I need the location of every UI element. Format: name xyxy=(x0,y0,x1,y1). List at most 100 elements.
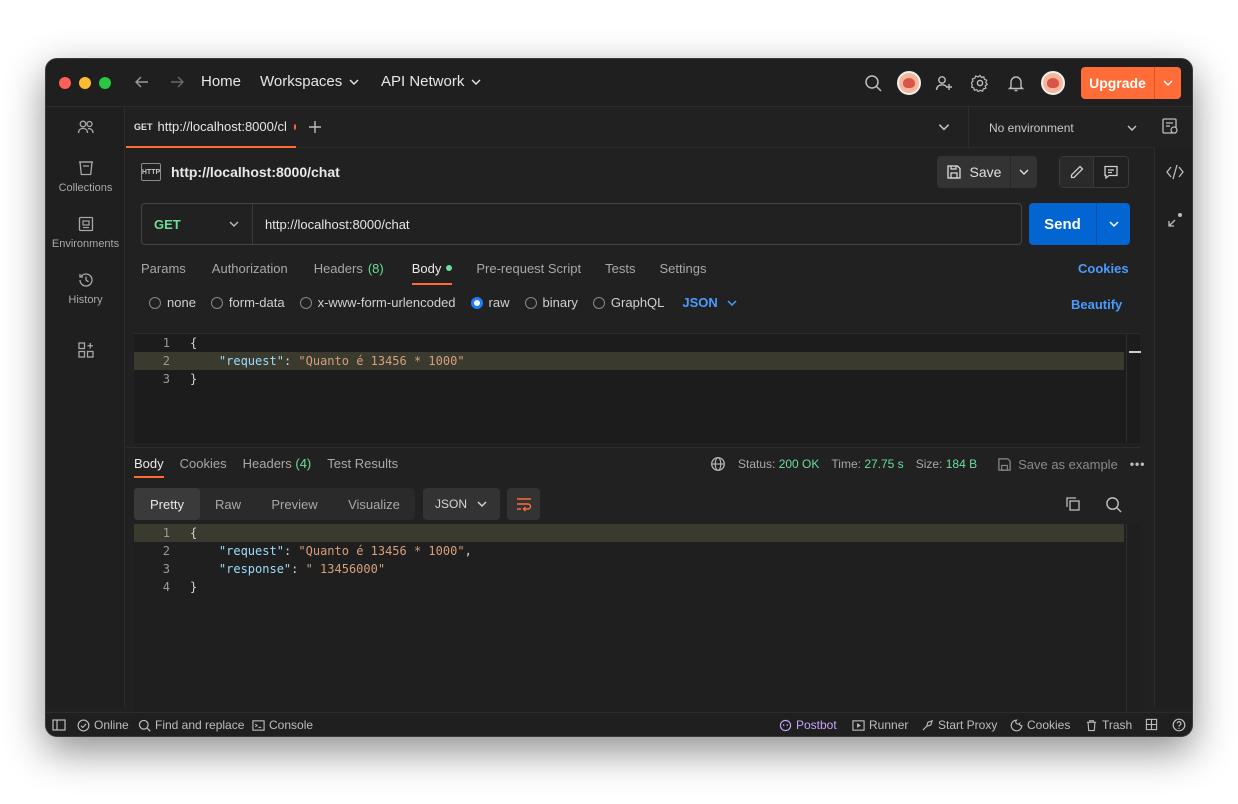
save-button[interactable]: Save xyxy=(937,156,1037,188)
pane-divider[interactable] xyxy=(126,447,1140,448)
request-tab[interactable]: GET http://localhost:8000/cl xyxy=(126,107,296,148)
view-preview[interactable]: Preview xyxy=(256,488,333,520)
user-avatar[interactable] xyxy=(1041,71,1065,95)
nav-home[interactable]: Home xyxy=(201,73,241,90)
search-icon[interactable] xyxy=(862,72,884,94)
tab-tests[interactable]: Tests xyxy=(605,259,635,277)
view-visualize[interactable]: Visualize xyxy=(333,488,415,520)
response-body-viewer[interactable]: 1 { 2 "request": "Quanto é 13456 * 1000"… xyxy=(134,524,1140,712)
beautify-link[interactable]: Beautify xyxy=(1071,297,1122,312)
method-select[interactable]: GET xyxy=(142,204,253,244)
search-icon[interactable] xyxy=(1103,494,1123,514)
radio-graphql[interactable]: GraphQL xyxy=(592,295,664,310)
chevron-down-icon[interactable] xyxy=(1011,166,1037,178)
tab-label: Body xyxy=(411,260,442,276)
sidebar-item-team[interactable] xyxy=(46,118,125,136)
runner-button[interactable]: Runner xyxy=(852,718,908,732)
json-key: "request" xyxy=(218,354,284,368)
find-and-replace[interactable]: Find and replace xyxy=(138,718,244,732)
tab-label: Authorization xyxy=(211,260,288,276)
tab-settings[interactable]: Settings xyxy=(659,259,706,277)
sidebar-item-history[interactable]: History xyxy=(46,271,125,306)
find-replace-label: Find and replace xyxy=(155,718,245,732)
environment-selector[interactable]: No environment xyxy=(968,107,1154,148)
layout-grid-icon[interactable] xyxy=(1145,718,1158,731)
tab-headers[interactable]: Headers (8) xyxy=(314,259,384,277)
environment-quick-look-icon[interactable] xyxy=(1161,117,1179,135)
response-tab-cookies[interactable]: Cookies xyxy=(180,456,227,471)
online-status[interactable]: Online xyxy=(77,718,129,732)
view-pretty[interactable]: Pretty xyxy=(134,488,200,520)
environment-label: No environment xyxy=(989,120,1074,135)
tab-authorization[interactable]: Authorization xyxy=(212,259,288,277)
comment-icon[interactable] xyxy=(1094,157,1128,187)
globe-icon[interactable] xyxy=(710,456,726,472)
team-avatar[interactable] xyxy=(897,71,921,95)
pencil-edit-icon[interactable] xyxy=(1060,157,1094,187)
code-snippet-icon[interactable] xyxy=(1165,162,1185,182)
tab-label: Settings xyxy=(659,260,707,276)
chevron-down-icon[interactable] xyxy=(1097,218,1130,230)
nav-workspaces[interactable]: Workspaces xyxy=(260,73,360,90)
nav-api-network[interactable]: API Network xyxy=(381,73,482,90)
response-tab-test-results[interactable]: Test Results xyxy=(327,456,398,471)
back-arrow-icon[interactable] xyxy=(132,72,152,92)
tabs-overflow-chevron-icon[interactable] xyxy=(937,120,951,134)
body-format-select[interactable]: JSON xyxy=(682,295,737,310)
editor-scrollbar[interactable] xyxy=(1126,334,1141,443)
forward-arrow-icon[interactable] xyxy=(167,72,187,92)
save-main: Save xyxy=(937,164,1010,180)
radio-raw[interactable]: raw xyxy=(470,295,510,310)
sidebar-item-collections[interactable]: Collections xyxy=(46,159,125,194)
cookies-button[interactable]: Cookies xyxy=(1010,718,1070,732)
copy-icon[interactable] xyxy=(1063,494,1083,514)
radio-form-data[interactable]: form-data xyxy=(210,295,285,310)
time-info[interactable]: Time: 27.75 s xyxy=(831,457,903,471)
response-format-select[interactable]: JSON xyxy=(423,488,500,520)
send-button[interactable]: Send xyxy=(1029,203,1130,245)
response-tab-body[interactable]: Body xyxy=(134,456,164,478)
tab-body[interactable]: Body xyxy=(411,259,453,285)
toggle-sidebar-icon[interactable] xyxy=(52,718,66,732)
status-info[interactable]: Status: 200 OK xyxy=(738,457,819,471)
more-options-icon[interactable]: ••• xyxy=(1130,457,1146,471)
notification-bell-icon[interactable] xyxy=(1005,72,1027,94)
code-text: "response": " 13456000" xyxy=(218,562,386,576)
start-proxy-button[interactable]: Start Proxy xyxy=(921,718,997,732)
upgrade-button[interactable]: Upgrade xyxy=(1081,67,1181,99)
environment-icon xyxy=(77,215,95,233)
new-tab-plus-icon[interactable] xyxy=(306,118,324,136)
maximize-window-button[interactable] xyxy=(99,77,111,89)
related-collections-icon[interactable] xyxy=(1165,210,1185,230)
radio-binary[interactable]: binary xyxy=(524,295,578,310)
console-button[interactable]: Console xyxy=(252,718,313,732)
close-window-button[interactable] xyxy=(59,77,71,89)
save-as-example-button[interactable]: Save as example xyxy=(997,457,1118,472)
online-label: Online xyxy=(94,718,129,732)
cookies-link[interactable]: Cookies xyxy=(1078,261,1129,276)
postbot-button[interactable]: Postbot xyxy=(779,718,837,732)
response-tab-headers[interactable]: Headers (4) xyxy=(243,456,312,471)
wrap-lines-icon[interactable] xyxy=(507,488,540,520)
response-scrollbar[interactable] xyxy=(1126,524,1140,712)
trash-button[interactable]: Trash xyxy=(1085,718,1132,732)
url-input[interactable] xyxy=(253,204,1021,244)
minimize-window-button[interactable] xyxy=(79,77,91,89)
code-line: 4 } xyxy=(134,578,1124,596)
size-info[interactable]: Size: 184 B xyxy=(916,457,977,471)
view-raw[interactable]: Raw xyxy=(200,488,256,520)
tab-params[interactable]: Params xyxy=(141,259,186,277)
request-title[interactable]: http://localhost:8000/chat xyxy=(171,164,340,180)
chevron-down-icon[interactable] xyxy=(1155,77,1181,89)
sidebar-item-environments[interactable]: Environments xyxy=(46,215,125,250)
help-icon[interactable] xyxy=(1172,718,1186,732)
tab-pre-request-script[interactable]: Pre-request Script xyxy=(476,259,581,277)
radio-x-www-form-urlencoded[interactable]: x-www-form-urlencoded xyxy=(299,295,456,310)
invite-user-icon[interactable] xyxy=(933,72,955,94)
request-body-editor[interactable]: 1 { 2 "request": "Quanto é 13456 * 1000"… xyxy=(134,333,1141,443)
settings-gear-icon[interactable] xyxy=(969,72,991,94)
radio-none[interactable]: none xyxy=(149,295,196,310)
response-tabs: Body Cookies Headers (4) Test Results xyxy=(134,456,398,478)
scrollbar-thumb[interactable] xyxy=(1129,351,1141,353)
sidebar-item-configure[interactable] xyxy=(46,341,125,359)
